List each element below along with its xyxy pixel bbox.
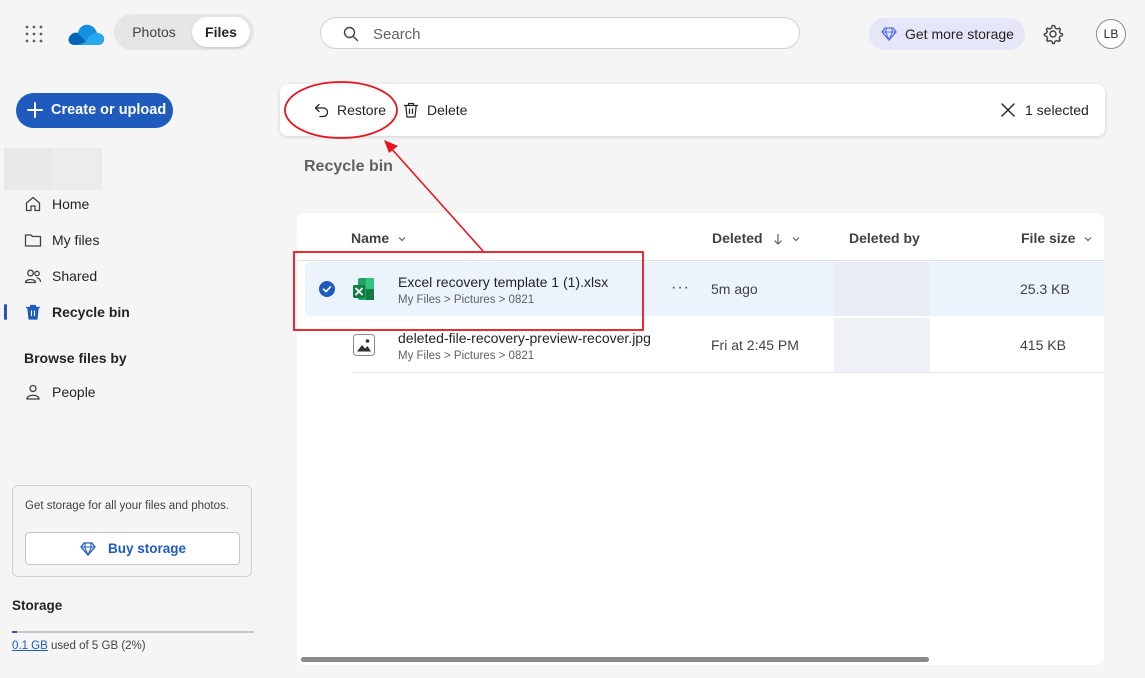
file-list: Name Deleted Deleted by File size Excel … (297, 213, 1104, 665)
profile-placeholder (4, 148, 102, 190)
file-path: My Files > Pictures > 0821 (398, 294, 535, 306)
chevron-down-icon (791, 234, 801, 244)
onedrive-logo-icon[interactable] (66, 20, 106, 48)
sidebar-item-label: Home (52, 196, 90, 212)
column-header-name[interactable]: Name (351, 230, 407, 246)
tab-files[interactable]: Files (192, 17, 250, 47)
sidebar-item-label: Shared (52, 268, 98, 284)
get-more-storage-label: Get more storage (905, 26, 1014, 42)
people-icon (24, 267, 42, 285)
tab-photos[interactable]: Photos (118, 17, 190, 47)
more-options-icon[interactable]: ··· (671, 279, 690, 297)
active-indicator (4, 304, 7, 320)
sidebar-item-my-files[interactable]: My files (16, 225, 256, 255)
deleted-time: Fri at 2:45 PM (711, 337, 799, 353)
column-header-deleted-label: Deleted (712, 230, 763, 246)
checkmark-circle-icon[interactable] (319, 281, 335, 297)
selected-count: 1 selected (1025, 102, 1089, 118)
storage-heading: Storage (12, 598, 63, 613)
column-header-file-size-label: File size (1021, 230, 1076, 246)
app-launcher-icon[interactable] (24, 24, 44, 44)
sidebar-item-people[interactable]: People (16, 377, 256, 407)
folder-icon (24, 231, 42, 249)
home-icon (24, 195, 42, 213)
search-icon (343, 26, 359, 42)
browse-files-by-heading: Browse files by (24, 350, 127, 366)
file-size: 415 KB (1020, 337, 1066, 353)
file-name[interactable]: Excel recovery template 1 (1).xlsx (398, 274, 608, 290)
gear-icon[interactable] (1042, 23, 1064, 45)
column-header-deleted[interactable]: Deleted (712, 230, 801, 246)
row-divider (353, 372, 1104, 373)
file-name[interactable]: deleted-file-recovery-preview-recover.jp… (398, 330, 651, 346)
buy-storage-label: Buy storage (108, 541, 187, 556)
search-input[interactable] (371, 22, 775, 46)
clear-selection-button[interactable]: 1 selected (1000, 100, 1090, 120)
sort-down-arrow-icon (773, 233, 783, 246)
sidebar-item-label: People (52, 384, 96, 400)
chevron-down-icon (1083, 234, 1093, 244)
storage-progress-bar (12, 631, 254, 633)
sidebar-item-recycle-bin[interactable]: Recycle bin (16, 297, 256, 327)
horizontal-scrollbar[interactable] (301, 657, 929, 662)
avatar[interactable]: LB (1096, 19, 1126, 49)
trash-icon (24, 303, 42, 321)
column-header-deleted-by[interactable]: Deleted by (849, 230, 920, 246)
file-path: My Files > Pictures > 0821 (398, 350, 535, 362)
restore-label: Restore (337, 102, 387, 118)
diamond-icon (80, 541, 96, 557)
create-or-upload-button[interactable]: Create or upload (16, 93, 173, 128)
buy-storage-button[interactable]: Buy storage (25, 532, 240, 565)
undo-icon (312, 101, 330, 119)
sidebar-item-label: Recycle bin (52, 304, 130, 320)
deleted-by-redacted (834, 318, 930, 372)
photos-files-switch: Photos Files (114, 14, 254, 50)
deleted-time: 5m ago (711, 281, 758, 297)
person-icon (24, 383, 42, 401)
excel-file-icon (350, 275, 378, 303)
sidebar-item-shared[interactable]: Shared (16, 261, 256, 291)
storage-used-link[interactable]: 0.1 GB (12, 640, 48, 652)
file-size: 25.3 KB (1020, 281, 1070, 297)
sidebar-item-home[interactable]: Home (16, 189, 256, 219)
column-header-name-label: Name (351, 230, 390, 246)
create-or-upload-label: Create or upload (51, 102, 167, 118)
restore-button[interactable]: Restore (312, 100, 392, 120)
storage-progress-fill (12, 631, 17, 633)
image-file-icon (350, 331, 378, 359)
header-divider (297, 260, 1104, 261)
deleted-by-redacted (834, 262, 930, 316)
annotation-arrowhead (384, 140, 398, 153)
command-bar: Restore Delete 1 selected (280, 84, 1105, 136)
search-box (320, 17, 800, 49)
storage-promo-card: Get storage for all your files and photo… (12, 485, 252, 577)
trash-icon (402, 101, 420, 119)
delete-button[interactable]: Delete (402, 100, 472, 120)
page-title: Recycle bin (304, 158, 393, 175)
diamond-icon (881, 26, 897, 42)
table-row[interactable]: Excel recovery template 1 (1).xlsx My Fi… (305, 262, 1104, 316)
close-icon (1000, 102, 1016, 118)
chevron-down-icon (397, 234, 407, 244)
storage-total-text: used of 5 GB (2%) (47, 640, 146, 652)
table-row[interactable]: deleted-file-recovery-preview-recover.jp… (305, 318, 1104, 373)
get-more-storage-button[interactable]: Get more storage (869, 18, 1025, 50)
plus-icon (27, 102, 43, 118)
storage-usage-text: 0.1 GB used of 5 GB (2%) (12, 640, 146, 652)
sidebar-item-label: My files (52, 232, 100, 248)
column-header-file-size[interactable]: File size (1021, 230, 1093, 246)
promo-text: Get storage for all your files and photo… (25, 500, 229, 512)
delete-label: Delete (427, 102, 468, 118)
